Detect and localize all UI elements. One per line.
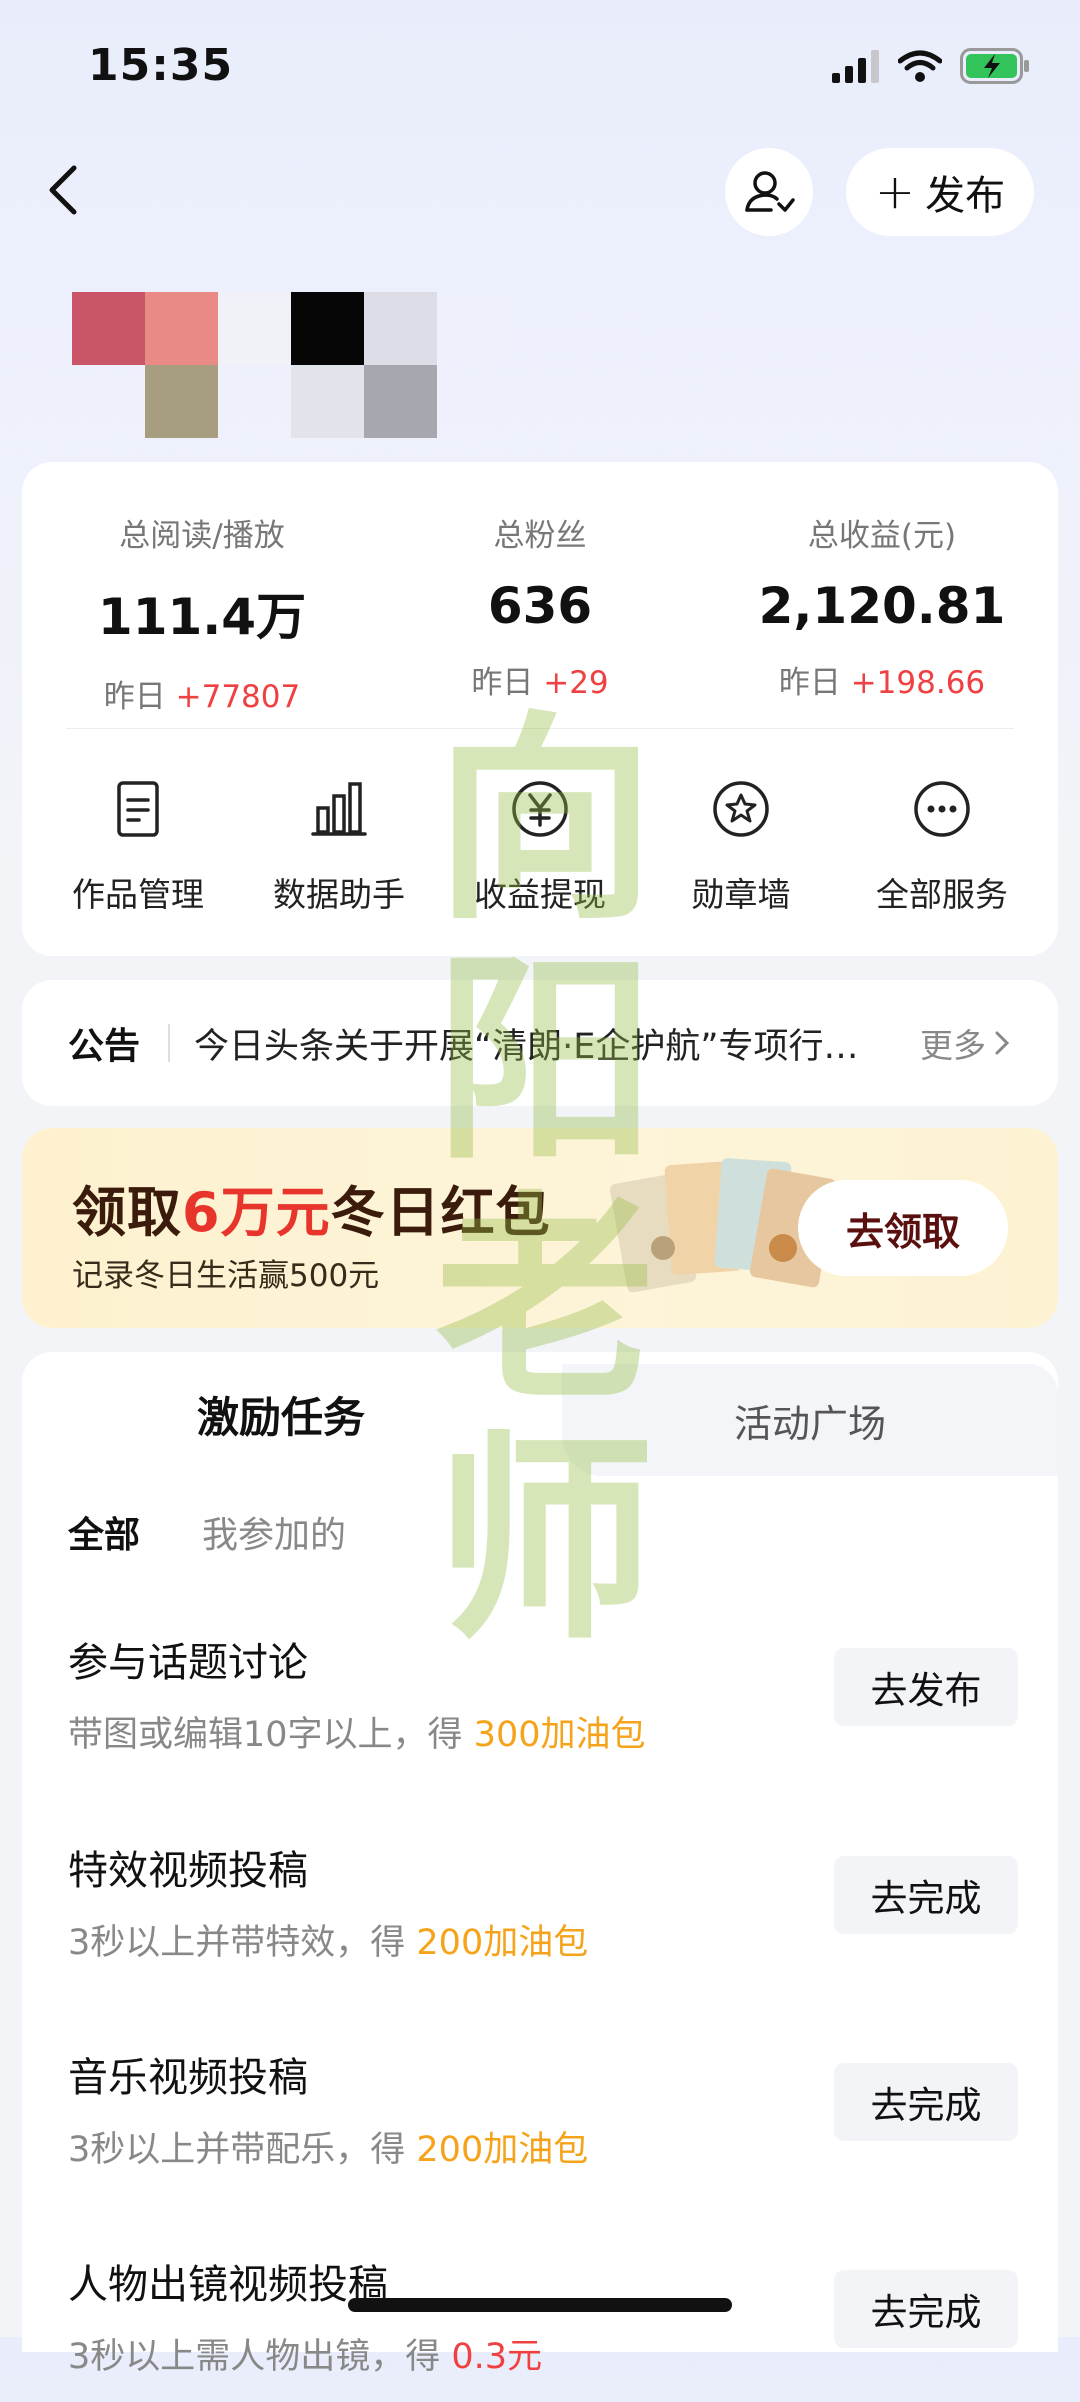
user-follow-icon [745,171,795,212]
add-friend-button[interactable] [725,148,813,236]
task-action-button[interactable]: 去完成 [834,2270,1018,2348]
service-works-management[interactable]: 作品管理 [38,778,238,916]
stat-label: 总粉丝 [493,518,587,554]
service-label: 作品管理 [72,875,204,914]
medal-icon [713,781,769,837]
stat-value: 111.4万 [97,588,307,646]
stat-earnings[interactable]: 总收益(元) 2,120.81 昨日 +198.66 [732,510,1032,702]
task-item: 人物出镜视频投稿 3秒以上需人物出镜，得 0.3元 去完成 [68,2252,1018,2402]
stat-change: 昨日 +77807 [103,679,301,715]
publish-label: 发布 [925,173,1006,219]
task-action-button[interactable]: 去发布 [834,1648,1018,1726]
stat-reads[interactable]: 总阅读/播放 111.4万 昨日 +77807 [52,510,352,716]
wifi-icon [898,50,942,82]
stat-change: 昨日 +198.66 [778,665,986,701]
battery-icon [960,48,1029,84]
bar-chart-icon [311,782,367,836]
stat-label: 总收益(元) [807,518,957,554]
document-icon [117,781,159,837]
signal-icon [832,50,879,83]
filter-joined[interactable]: 我参加的 [202,1506,346,1558]
banner-subtitle: 记录冬日生活赢500元 [72,1258,380,1294]
plus-icon: + [874,164,916,220]
announcement-more-link[interactable]: 更多 [920,1019,1010,1067]
service-label: 数据助手 [273,875,405,914]
status-time: 15:35 [88,40,234,91]
service-label: 勋章墙 [691,875,791,914]
task-item: 音乐视频投稿 3秒以上并带配乐，得 200加油包 去完成 [68,2045,1018,2195]
task-item: 特效视频投稿 3秒以上并带特效，得 200加油包 去完成 [68,1838,1018,1988]
stat-label: 总阅读/播放 [119,518,285,554]
task-action-button[interactable]: 去完成 [834,1856,1018,1934]
more-icon [914,781,970,837]
divider [168,1024,171,1062]
publish-button[interactable]: + 发布 [846,148,1034,236]
claim-button[interactable]: 去领取 [798,1180,1008,1276]
more-label: 更多 [920,1026,986,1065]
back-arrow-icon[interactable] [38,150,94,230]
stat-value: 2,120.81 [758,577,1006,635]
home-indicator[interactable] [348,2298,732,2312]
stat-value: 636 [487,577,593,635]
avatar[interactable] [72,292,512,438]
task-action-button[interactable]: 去完成 [834,2063,1018,2141]
service-all[interactable]: 全部服务 [842,778,1042,916]
stat-fans[interactable]: 总粉丝 636 昨日 +29 [390,510,690,702]
chevron-right-icon [995,1031,1010,1055]
service-data-assistant[interactable]: 数据助手 [239,778,439,916]
announcement-tag: 公告 [68,1026,141,1067]
watermark: 向阳老师 [434,690,655,1669]
status-icons [832,46,1030,86]
service-medal-wall[interactable]: 勋章墙 [641,778,841,916]
service-label: 全部服务 [876,875,1008,914]
filter-all[interactable]: 全部 [68,1506,140,1558]
